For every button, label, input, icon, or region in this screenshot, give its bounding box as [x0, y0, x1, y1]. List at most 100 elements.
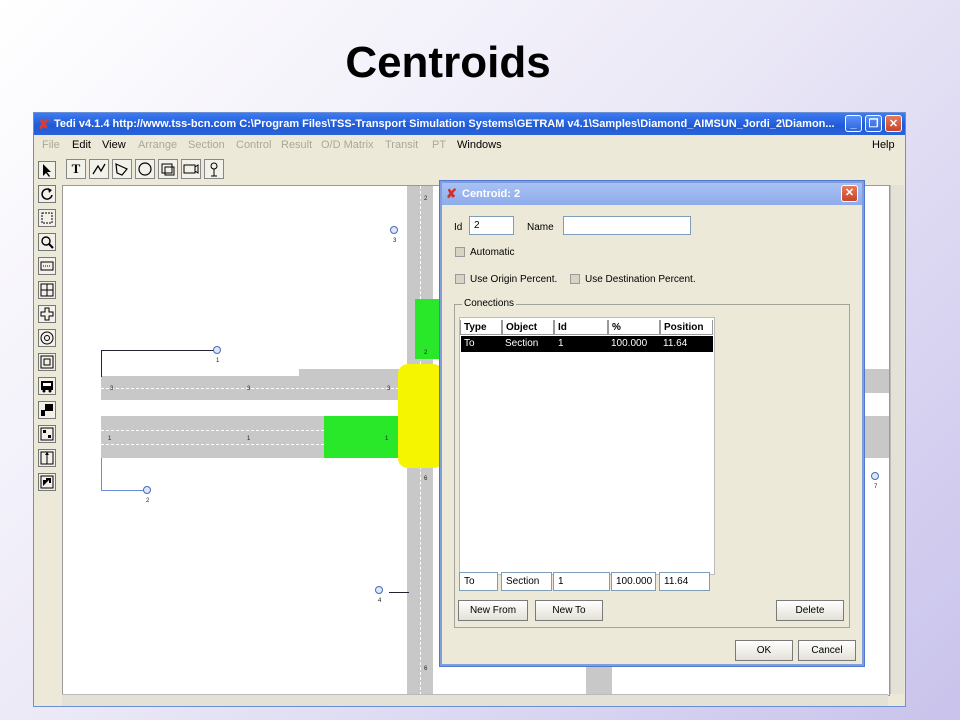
section-1-label: 1 — [385, 436, 389, 442]
circle-tool-icon[interactable] — [135, 159, 155, 179]
window-titlebar[interactable]: ✘ Tedi v4.1.4 http://www.tss-bcn.com C:\… — [34, 113, 905, 135]
maximize-button[interactable]: ❐ — [865, 115, 882, 132]
camera-tool-icon[interactable] — [181, 159, 201, 179]
dialog-titlebar[interactable]: ✘ Centroid: 2 ✕ — [442, 183, 862, 205]
slide-title: Centroids — [345, 38, 551, 87]
centroid-2[interactable] — [143, 486, 151, 494]
edit-position-field[interactable]: 11.64 — [659, 572, 710, 591]
cell-id: 1 — [558, 338, 564, 349]
section-2-label: 2 — [424, 350, 428, 356]
junction-tool-icon[interactable] — [38, 281, 56, 299]
use-destination-percent-label: Use Destination Percent. — [585, 274, 696, 285]
use-origin-percent-checkbox[interactable] — [455, 274, 465, 284]
menu-arrange[interactable]: Arrange — [138, 139, 177, 151]
col-id-header[interactable]: Id — [554, 320, 608, 335]
detector-grid-icon[interactable] — [38, 425, 56, 443]
centroid-connector-2 — [101, 458, 146, 491]
polyline-tool-icon[interactable] — [89, 159, 109, 179]
export-tool-icon[interactable] — [38, 473, 56, 491]
road-taper — [299, 369, 399, 377]
centroid-2-label: 2 — [146, 498, 150, 504]
select-arrow-icon[interactable] — [38, 161, 56, 179]
name-field[interactable] — [563, 216, 691, 235]
cell-type: To — [464, 338, 475, 349]
automatic-label: Automatic — [470, 247, 515, 258]
cell-position: 11.64 — [663, 338, 688, 349]
cell-object: Section — [505, 338, 539, 349]
bus-stop-tool-icon[interactable] — [38, 401, 56, 419]
dialog-close-button[interactable]: ✕ — [841, 185, 858, 202]
menu-edit[interactable]: Edit — [72, 139, 91, 151]
horizontal-scrollbar[interactable] — [62, 694, 888, 706]
marquee-select-icon[interactable] — [38, 209, 56, 227]
use-origin-percent-label: Use Origin Percent. — [470, 274, 558, 285]
col-position-header[interactable]: Position — [660, 320, 713, 335]
minimize-button[interactable]: _ — [845, 115, 862, 132]
turn-tool-icon[interactable] — [38, 449, 56, 467]
section-2-label: 2 — [424, 196, 428, 202]
bus-tool-icon[interactable] — [38, 377, 56, 395]
menu-result[interactable]: Result — [281, 139, 312, 151]
rectangle-tool-icon[interactable] — [158, 159, 178, 179]
detector-tool-icon[interactable] — [204, 159, 224, 179]
centroid-7[interactable] — [871, 472, 879, 480]
menu-view[interactable]: View — [102, 139, 126, 151]
menu-pt[interactable]: PT — [432, 139, 446, 151]
new-to-button[interactable]: New To — [535, 600, 603, 621]
section-3-label: 3 — [110, 386, 114, 392]
menu-file[interactable]: File — [42, 139, 60, 151]
section-6-label: 6 — [424, 666, 428, 672]
menu-transit[interactable]: Transit — [385, 139, 418, 151]
col-percent-header[interactable]: % — [608, 320, 660, 335]
centroid-connector-1 — [101, 350, 218, 377]
section-6-label: 6 — [424, 476, 428, 482]
menu-bar: File Edit View Arrange Section Control R… — [34, 135, 905, 155]
ok-button[interactable]: OK — [735, 640, 793, 661]
menu-windows[interactable]: Windows — [457, 139, 502, 151]
edit-type-field[interactable]: To — [459, 572, 498, 591]
automatic-checkbox[interactable] — [455, 247, 465, 257]
zoom-icon[interactable] — [38, 233, 56, 251]
centroid-1-label: 1 — [216, 358, 220, 364]
col-object-header[interactable]: Object — [502, 320, 554, 335]
dialog-title: Centroid: 2 — [462, 188, 521, 200]
menu-help[interactable]: Help — [872, 139, 895, 151]
id-label: Id — [454, 222, 463, 233]
app-logo-icon: ✘ — [38, 116, 50, 132]
menu-section[interactable]: Section — [188, 139, 225, 151]
junction-node[interactable] — [398, 364, 443, 468]
centroid-4[interactable] — [375, 586, 383, 594]
id-field[interactable]: 2 — [469, 216, 514, 235]
delete-button[interactable]: Delete — [776, 600, 844, 621]
centroid-1[interactable] — [213, 346, 221, 354]
edit-id-field[interactable]: 1 — [553, 572, 610, 591]
connections-table[interactable]: Type Object Id % Position To Section 1 1… — [459, 317, 715, 575]
connections-label: Conections — [462, 298, 517, 309]
cell-percent: 100.000 — [611, 338, 648, 349]
use-destination-percent-checkbox[interactable] — [570, 274, 580, 284]
rotate-icon[interactable] — [38, 185, 56, 203]
centroid-7-label: 7 — [874, 484, 878, 490]
vertical-scrollbar[interactable] — [890, 185, 904, 694]
cancel-button[interactable]: Cancel — [798, 640, 856, 661]
col-type-header[interactable]: Type — [460, 320, 502, 335]
centroid-connector-4 — [389, 592, 409, 593]
text-tool-icon[interactable]: T — [66, 159, 86, 179]
table-row[interactable]: To Section 1 100.000 11.64 — [461, 336, 713, 352]
new-from-button[interactable]: New From — [458, 600, 528, 621]
menu-control[interactable]: Control — [236, 139, 271, 151]
centroid-4-label: 4 — [378, 598, 382, 604]
section-3-label: 3 — [247, 386, 251, 392]
node-tool-icon[interactable] — [38, 305, 56, 323]
roundabout-tool-icon[interactable] — [38, 329, 56, 347]
edit-percent-field[interactable]: 100.000 — [611, 572, 656, 591]
polygon-tool-icon[interactable] — [112, 159, 132, 179]
centroid-tool-icon[interactable] — [38, 353, 56, 371]
menu-od-matrix[interactable]: O/D Matrix — [321, 139, 374, 151]
section-1-label: 1 — [108, 436, 112, 442]
centroid-3[interactable] — [390, 226, 398, 234]
centroid-dialog: ✘ Centroid: 2 ✕ Id 2 Name Automatic Use … — [440, 181, 864, 666]
section-tool-icon[interactable] — [38, 257, 56, 275]
close-button[interactable]: ✕ — [885, 115, 902, 132]
edit-object-field[interactable]: Section — [501, 572, 552, 591]
